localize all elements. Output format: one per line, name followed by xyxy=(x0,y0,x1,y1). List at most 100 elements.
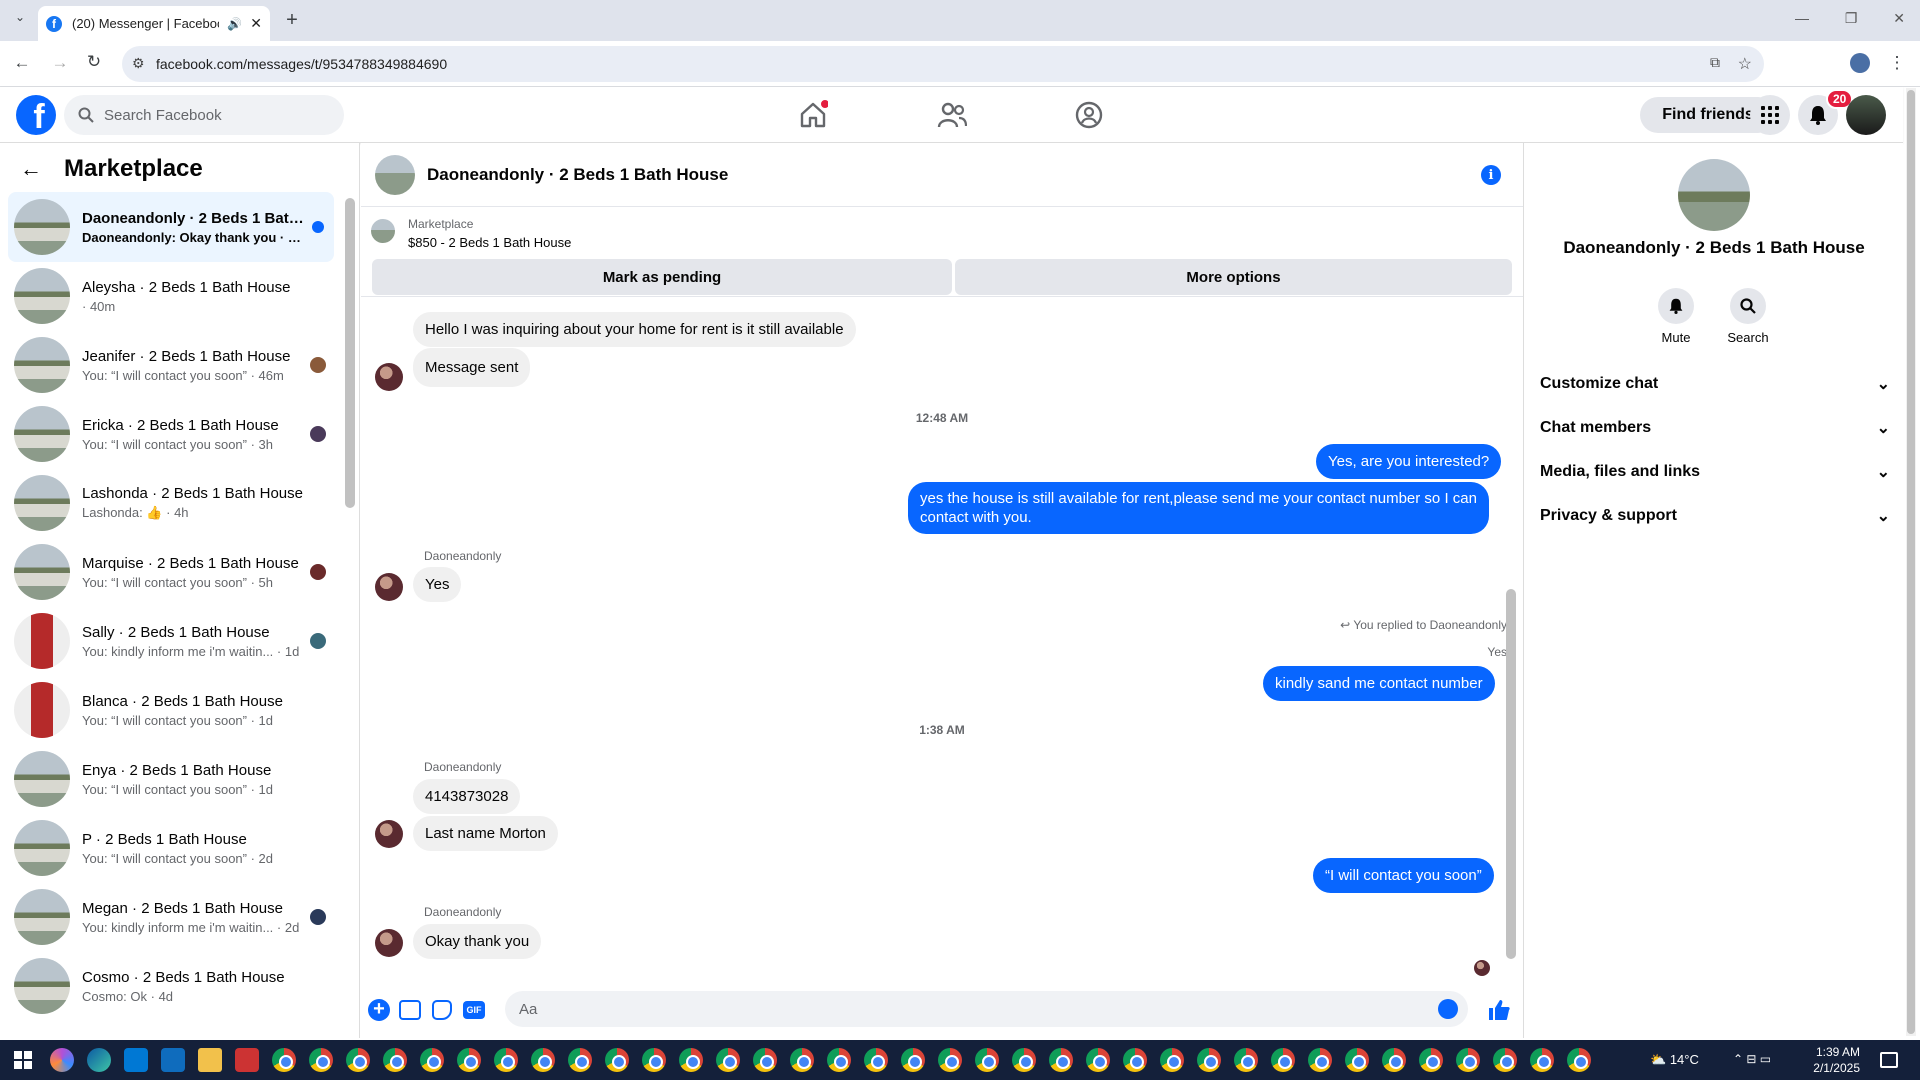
chrome-window-icon[interactable] xyxy=(716,1048,740,1072)
more-options-button[interactable]: More options xyxy=(955,259,1512,295)
chat-members-section[interactable]: Chat members ⌄ xyxy=(1540,406,1890,450)
chrome-window-icon[interactable] xyxy=(272,1048,296,1072)
windows-start-icon[interactable] xyxy=(14,1051,32,1069)
close-window-icon[interactable]: ✕ xyxy=(1893,10,1905,27)
conversation-item[interactable]: Aleysha · 2 Beds 1 Bath House · 40m xyxy=(8,261,334,331)
conversation-item[interactable]: Cosmo · 2 Beds 1 Bath House Cosmo: Ok · 4… xyxy=(8,951,334,1021)
conversation-item[interactable]: P · 2 Beds 1 Bath House You: “I will cont… xyxy=(8,813,334,883)
chrome-window-icon[interactable] xyxy=(901,1048,925,1072)
listing-title[interactable]: $850 - 2 Beds 1 Bath House xyxy=(408,235,571,250)
conversation-item[interactable]: Blanca · 2 Beds 1 Bath House You: “I will… xyxy=(8,675,334,745)
account-avatar[interactable] xyxy=(1846,95,1886,135)
chrome-window-icon[interactable] xyxy=(309,1048,333,1072)
groups-nav-icon[interactable] xyxy=(1074,100,1104,130)
chrome-window-icon[interactable] xyxy=(1123,1048,1147,1072)
chrome-window-icon[interactable] xyxy=(531,1048,555,1072)
tab-search-icon[interactable]: ⌄ xyxy=(8,10,32,24)
chrome-window-icon[interactable] xyxy=(1308,1048,1332,1072)
chrome-window-icon[interactable] xyxy=(753,1048,777,1072)
chrome-window-icon[interactable] xyxy=(679,1048,703,1072)
chrome-window-icon[interactable] xyxy=(1419,1048,1443,1072)
audio-icon[interactable]: 🔊 xyxy=(227,17,242,31)
chrome-window-icon[interactable] xyxy=(1493,1048,1517,1072)
media-files-links-section[interactable]: Media, files and links ⌄ xyxy=(1540,450,1890,494)
profile-icon[interactable] xyxy=(1850,53,1870,73)
chrome-window-icon[interactable] xyxy=(1197,1048,1221,1072)
copilot-icon[interactable] xyxy=(50,1048,74,1072)
chrome-window-icon[interactable] xyxy=(1567,1048,1591,1072)
conversation-item[interactable]: Megan · 2 Beds 1 Bath House You: kindly i… xyxy=(8,882,334,952)
message-input[interactable]: Aa xyxy=(505,991,1468,1027)
customize-chat-section[interactable]: Customize chat ⌄ xyxy=(1540,362,1890,406)
page-scrollbar-thumb[interactable] xyxy=(1907,90,1915,1034)
chrome-window-icon[interactable] xyxy=(827,1048,851,1072)
conversation-item[interactable]: Jeanifer · 2 Beds 1 Bath House You: “I wi… xyxy=(8,330,334,400)
reload-icon[interactable]: ↻ xyxy=(82,52,106,72)
chrome-window-icon[interactable] xyxy=(1049,1048,1073,1072)
privacy-support-section[interactable]: Privacy & support ⌄ xyxy=(1540,494,1890,538)
new-tab-button[interactable]: + xyxy=(280,9,304,32)
contact-avatar[interactable] xyxy=(1678,159,1750,231)
notification-center-icon[interactable] xyxy=(1880,1052,1898,1068)
chrome-window-icon[interactable] xyxy=(864,1048,888,1072)
chrome-window-icon[interactable] xyxy=(1530,1048,1554,1072)
listing-thumbnail[interactable] xyxy=(371,219,395,243)
chrome-window-icon[interactable] xyxy=(457,1048,481,1072)
browser-tab[interactable]: f (20) Messenger | Facebook 🔊 ✕ xyxy=(38,6,270,41)
taskbar-clock[interactable]: 1:39 AM 2/1/2025 xyxy=(1813,1044,1860,1076)
install-app-icon[interactable]: ⧉ xyxy=(1710,54,1720,71)
chrome-window-icon[interactable] xyxy=(346,1048,370,1072)
store-icon[interactable] xyxy=(124,1048,148,1072)
chrome-window-icon[interactable] xyxy=(975,1048,999,1072)
close-tab-icon[interactable]: ✕ xyxy=(250,15,262,32)
like-thumb-icon[interactable] xyxy=(1487,998,1511,1022)
conversation-item[interactable]: Sally · 2 Beds 1 Bath House You: kindly i… xyxy=(8,606,334,676)
facebook-logo-icon[interactable]: f xyxy=(16,95,56,135)
chrome-window-icon[interactable] xyxy=(1382,1048,1406,1072)
conversation-item[interactable]: Daoneandonly · 2 Beds 1 Bath House Daonea… xyxy=(8,192,334,262)
browser-menu-icon[interactable]: ⋮ xyxy=(1885,53,1909,73)
chrome-window-icon[interactable] xyxy=(938,1048,962,1072)
chrome-window-icon[interactable] xyxy=(1456,1048,1480,1072)
back-icon[interactable]: ← xyxy=(10,53,34,73)
chrome-window-icon[interactable] xyxy=(1012,1048,1036,1072)
conversation-item[interactable]: Lashonda · 2 Beds 1 Bath House Lashonda: … xyxy=(8,468,334,538)
chrome-window-icon[interactable] xyxy=(1086,1048,1110,1072)
chrome-window-icon[interactable] xyxy=(1271,1048,1295,1072)
tray-icons[interactable]: ⌃ ⊟ ▭ xyxy=(1733,1052,1771,1066)
search-in-chat-button[interactable]: Search xyxy=(1718,288,1778,345)
attach-image-icon[interactable] xyxy=(399,1000,421,1020)
more-actions-plus-icon[interactable]: + xyxy=(368,999,390,1021)
chrome-window-icon[interactable] xyxy=(420,1048,444,1072)
minimize-icon[interactable]: — xyxy=(1795,10,1809,27)
sender-avatar[interactable] xyxy=(375,929,403,957)
sender-avatar[interactable] xyxy=(375,573,403,601)
conversation-item[interactable]: Ericka · 2 Beds 1 Bath House You: “I will… xyxy=(8,399,334,469)
sidebar-scrollbar[interactable] xyxy=(345,198,355,508)
chrome-window-icon[interactable] xyxy=(568,1048,592,1072)
sticker-icon[interactable] xyxy=(432,1000,452,1020)
friends-nav-icon[interactable] xyxy=(937,101,967,129)
info-icon[interactable]: i xyxy=(1481,165,1501,185)
file-explorer-icon[interactable] xyxy=(198,1048,222,1072)
chrome-window-icon[interactable] xyxy=(790,1048,814,1072)
chrome-window-icon[interactable] xyxy=(1345,1048,1369,1072)
conversation-item[interactable]: Enya · 2 Beds 1 Bath House You: “I will c… xyxy=(8,744,334,814)
chrome-window-icon[interactable] xyxy=(642,1048,666,1072)
url-field[interactable]: ⚙ facebook.com/messages/t/95347883498846… xyxy=(122,46,1764,82)
forward-icon[interactable]: → xyxy=(48,53,72,73)
chrome-window-icon[interactable] xyxy=(494,1048,518,1072)
edge-icon[interactable] xyxy=(87,1048,111,1072)
conversation-item[interactable]: Marquise · 2 Beds 1 Bath House You: “I wi… xyxy=(8,537,334,607)
site-info-icon[interactable]: ⚙ xyxy=(132,55,145,72)
emoji-icon[interactable] xyxy=(1438,999,1458,1019)
chat-avatar[interactable] xyxy=(375,154,415,195)
home-nav-icon[interactable] xyxy=(798,100,828,130)
chrome-window-icon[interactable] xyxy=(1234,1048,1258,1072)
gif-icon[interactable]: GIF xyxy=(463,1001,485,1019)
back-arrow-icon[interactable]: ← xyxy=(20,156,42,182)
sender-avatar[interactable] xyxy=(375,363,403,391)
chat-scrollbar[interactable] xyxy=(1506,589,1516,959)
chrome-window-icon[interactable] xyxy=(383,1048,407,1072)
mute-button[interactable]: Mute xyxy=(1646,288,1706,345)
